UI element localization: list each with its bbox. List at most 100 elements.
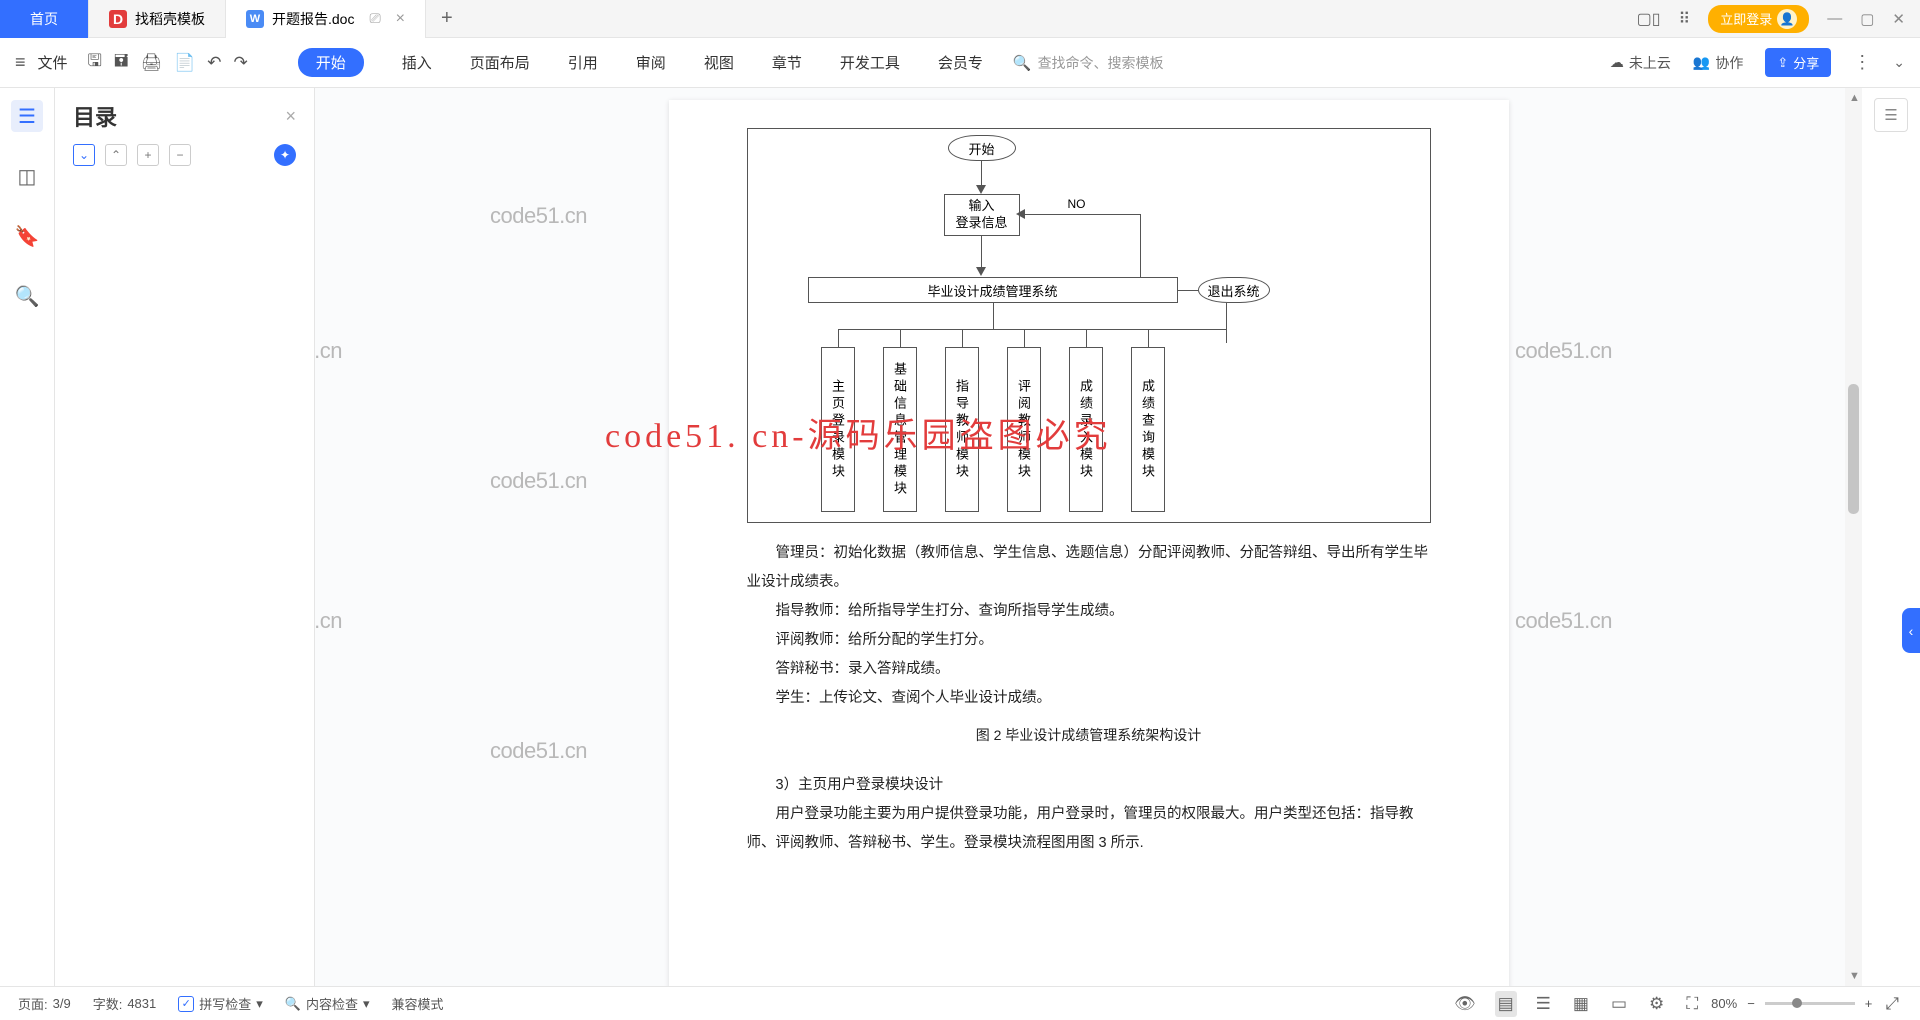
outline-tools: ⌄ ⌃ + − ✦ — [73, 144, 296, 166]
watermark: code51.cn — [490, 738, 587, 764]
ribbon-tab-review[interactable]: 审阅 — [636, 48, 666, 77]
tab-document-label: 开题报告.doc — [272, 9, 354, 29]
web-view-icon[interactable]: ▦ — [1570, 991, 1592, 1017]
ribbon-tab-insert[interactable]: 插入 — [402, 48, 432, 77]
paragraph: 学生：上传论文、查阅个人毕业设计成绩。 — [747, 684, 1431, 713]
more-icon[interactable]: ⋮ — [1853, 52, 1871, 73]
ribbon-tab-start[interactable]: 开始 — [298, 48, 364, 77]
outline-icon[interactable]: ☰ — [11, 100, 43, 132]
word-icon: W — [246, 10, 264, 28]
minimize-icon[interactable]: — — [1827, 10, 1842, 28]
ribbon-tab-sections[interactable]: 章节 — [772, 48, 802, 77]
page-view-icon[interactable]: ▤ — [1495, 991, 1517, 1017]
collapse-ribbon-icon[interactable]: ⌄ — [1893, 54, 1905, 71]
fc-start: 开始 — [948, 135, 1016, 161]
coop-button[interactable]: 👥协作 — [1693, 53, 1743, 73]
eye-icon[interactable]: 👁 — [1451, 991, 1479, 1017]
ribbon-tab-references[interactable]: 引用 — [568, 48, 598, 77]
zoom-fit-icon[interactable]: ⛶ — [1683, 991, 1701, 1017]
outline-panel: 目录 × ⌄ ⌃ + − ✦ — [55, 88, 315, 986]
ribbon-tab-member[interactable]: 会员专 — [938, 48, 983, 77]
redo-icon[interactable]: ↷ — [233, 53, 247, 73]
close-window-icon[interactable]: ✕ — [1892, 10, 1905, 28]
vertical-scrollbar[interactable]: ▲ ▼ — [1845, 88, 1862, 986]
fc-col: 成绩查询模块 — [1131, 347, 1165, 512]
menu-icon[interactable]: ≡ — [15, 52, 26, 73]
ribbon-tab-devtools[interactable]: 开发工具 — [840, 48, 900, 77]
side-handle[interactable]: ‹ — [1902, 608, 1920, 653]
compat-mode[interactable]: 兼容模式 — [392, 994, 444, 1013]
window-controls: — ▢ ✕ — [1827, 10, 1905, 28]
zoom-out-icon[interactable]: − — [1747, 996, 1755, 1011]
document-text: 管理员：初始化数据（教师信息、学生信息、选题信息）分配评阅教师、分配答辩组、导出… — [747, 539, 1431, 858]
tab-template-label: 找稻壳模板 — [135, 9, 205, 29]
close-panel-icon[interactable]: × — [285, 106, 296, 127]
add-item-icon[interactable]: + — [137, 144, 159, 166]
right-toolstrip: ☰ — [1862, 88, 1920, 986]
share-button[interactable]: ⇪分享 — [1765, 48, 1831, 77]
spell-check[interactable]: ✓ 拼写检查 ▾ — [178, 994, 263, 1013]
new-tab-button[interactable]: + — [426, 7, 468, 30]
shapes-icon[interactable]: ◫ — [11, 160, 43, 192]
zoom-controls: ⛶ 80% − + ⤢ — [1683, 991, 1902, 1017]
tab-home[interactable]: 首页 — [0, 0, 89, 38]
present-icon[interactable]: ⎚ — [369, 10, 380, 27]
tab-template[interactable]: D 找稻壳模板 — [89, 0, 226, 38]
paragraph: 管理员：初始化数据（教师信息、学生信息、选题信息）分配评阅教师、分配答辩组、导出… — [747, 539, 1431, 597]
ribbon-right: ☁未上云 👥协作 ⇪分享 ⋮ ⌄ — [1610, 48, 1905, 77]
print-preview-icon[interactable]: 📄 — [174, 53, 195, 73]
ribbon-left: ≡ 文件 🖫 🖬 🖨 📄 ↶ ↷ — [15, 48, 248, 77]
zoom-slider[interactable] — [1765, 1002, 1855, 1005]
ribbon-tab-layout[interactable]: 页面布局 — [470, 48, 530, 77]
scroll-up-icon[interactable]: ▲ — [1849, 92, 1860, 104]
save-as-icon[interactable]: 🖬 — [114, 48, 128, 77]
close-tab-icon[interactable]: × — [396, 10, 405, 28]
paragraph: 评阅教师：给所分配的学生打分。 — [747, 626, 1431, 655]
zoom-value[interactable]: 80% — [1711, 996, 1737, 1011]
page-indicator[interactable]: 页面: 3/9 — [18, 994, 71, 1013]
fc-no-label: NO — [1068, 197, 1086, 211]
document-page: 开始 输入 登录信息 NO 毕业设计成绩管理系统 退出系统 — [669, 100, 1509, 986]
outline-view-icon[interactable]: ☰ — [1533, 991, 1554, 1017]
tab-document[interactable]: W 开题报告.doc ⎚ × — [226, 0, 426, 38]
collapse-all-icon[interactable]: ⌄ — [73, 144, 95, 166]
paragraph: 用户登录功能主要为用户提供登录功能，用户登录时，管理员的权限最大。用户类型还包括… — [747, 800, 1431, 858]
panel-toggle-icon[interactable]: ☰ — [1874, 98, 1908, 132]
magnifier-icon: 🔍 — [285, 996, 301, 1012]
ribbon-search[interactable]: 🔍 查找命令、搜索模板 — [1013, 53, 1164, 73]
fc-input: 输入 登录信息 — [944, 194, 1020, 236]
undo-icon[interactable]: ↶ — [207, 53, 221, 73]
login-button[interactable]: 立即登录 👤 — [1708, 5, 1809, 33]
search-placeholder: 查找命令、搜索模板 — [1038, 53, 1164, 73]
status-bar: 页面: 3/9 字数: 4831 ✓ 拼写检查 ▾ 🔍 内容检查 ▾ 兼容模式 … — [0, 986, 1920, 1020]
cloud-status[interactable]: ☁未上云 — [1610, 53, 1671, 73]
maximize-icon[interactable]: ▢ — [1860, 10, 1874, 28]
read-view-icon[interactable]: ▭ — [1608, 991, 1630, 1017]
save-icon[interactable]: 🖫 — [88, 48, 102, 77]
expand-all-icon[interactable]: ⌃ — [105, 144, 127, 166]
outline-header: 目录 × — [73, 100, 296, 132]
fc-col: 指导教师模块 — [945, 347, 979, 512]
file-menu[interactable]: 文件 — [38, 52, 68, 73]
coop-icon: 👥 — [1693, 54, 1710, 71]
zoom-in-icon[interactable]: + — [1865, 996, 1873, 1011]
ai-icon[interactable]: ✦ — [274, 144, 296, 166]
word-count[interactable]: 字数: 4831 — [93, 994, 157, 1013]
title-bar: 首页 D 找稻壳模板 W 开题报告.doc ⎚ × + ▢▯ ⠿ 立即登录 👤 … — [0, 0, 1920, 38]
document-canvas[interactable]: code51.cn code51.cn code51.cn code51.cn … — [315, 88, 1862, 986]
scrollbar-thumb[interactable] — [1848, 384, 1859, 514]
apps-icon[interactable]: ⠿ — [1679, 9, 1691, 29]
watermark: code51.cn — [490, 203, 587, 229]
print-icon[interactable]: 🖨 — [140, 53, 162, 73]
layout-icon[interactable]: ▢▯ — [1637, 9, 1661, 29]
fullscreen-icon[interactable]: ⤢ — [1882, 991, 1902, 1017]
ribbon-tab-view[interactable]: 视图 — [704, 48, 734, 77]
bookmark-icon[interactable]: 🔖 — [11, 220, 43, 252]
tools-icon[interactable]: ⚙ — [1646, 991, 1667, 1017]
remove-item-icon[interactable]: − — [169, 144, 191, 166]
content-check[interactable]: 🔍 内容检查 ▾ — [285, 994, 370, 1013]
body-area: ☰ ◫ 🔖 🔍 目录 × ⌄ ⌃ + − ✦ code51.cn code51.… — [0, 88, 1920, 986]
find-icon[interactable]: 🔍 — [11, 280, 43, 312]
left-toolstrip: ☰ ◫ 🔖 🔍 — [0, 88, 55, 986]
scroll-down-icon[interactable]: ▼ — [1849, 970, 1860, 982]
